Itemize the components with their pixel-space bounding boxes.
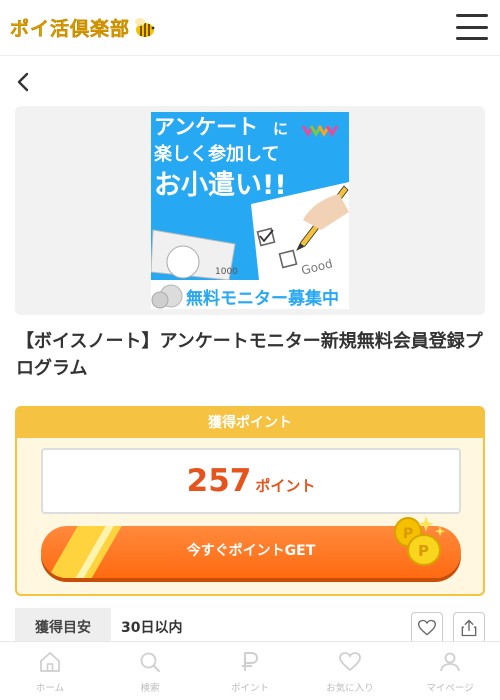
- get-points-label: 今すぐポイントGET: [186, 543, 316, 559]
- nav-search-label: 検索: [140, 683, 160, 694]
- banner-image: アンケート に 楽しく参加して お小遣い!! Good 1000 無料モニター募…: [151, 112, 349, 309]
- menu-bar: [456, 25, 488, 29]
- bottom-nav: ホーム 検索 ポイント お気に入り マイページ: [0, 641, 500, 700]
- banner-line2: 楽しく参加して: [154, 143, 279, 165]
- offer-title: 【ボイスノート】アンケートモニター新規無料会員登録プログラム: [16, 331, 483, 379]
- search-icon: [140, 652, 160, 672]
- nav-mypage-label: マイページ: [426, 683, 474, 694]
- home-icon: [40, 652, 60, 672]
- logo-text: ポイ活倶楽部: [10, 18, 131, 40]
- banner-line1: アンケート: [154, 115, 258, 139]
- offer-banner[interactable]: アンケート に 楽しく参加して お小遣い!! Good 1000 無料モニター募…: [151, 112, 349, 309]
- bill-amount: 1000: [215, 267, 238, 277]
- banner-bottom-text: 無料モニター募集中: [186, 288, 339, 309]
- share-icon: [461, 619, 477, 637]
- points-value: 257: [186, 463, 252, 499]
- nav-point-label: ポイント: [230, 683, 269, 694]
- points-unit: ポイント: [255, 477, 316, 495]
- points-header: 獲得ポイント: [17, 408, 483, 438]
- menu-button[interactable]: [456, 12, 488, 42]
- share-button[interactable]: [453, 612, 485, 644]
- nav-home-label: ホーム: [35, 683, 65, 694]
- nav-home[interactable]: ホーム: [0, 642, 100, 700]
- point-icon: [242, 652, 258, 671]
- banner-line3: お小遣い!!: [154, 170, 287, 201]
- nav-favorites[interactable]: お気に入り: [300, 642, 400, 700]
- user-icon: [440, 652, 460, 672]
- favorite-button[interactable]: [411, 612, 443, 644]
- menu-bar: [456, 37, 488, 40]
- nav-search[interactable]: 検索: [100, 642, 200, 700]
- logo[interactable]: ポイ活倶楽部: [10, 14, 156, 41]
- coins-icon: P P: [394, 516, 446, 566]
- heart-icon: [339, 652, 361, 672]
- nav-point[interactable]: ポイント: [200, 642, 300, 700]
- heart-icon: [417, 619, 437, 636]
- svg-text:P: P: [418, 542, 429, 560]
- banner-line1-suffix: に: [273, 120, 288, 138]
- bee-icon: [135, 17, 155, 37]
- nav-favorites-label: お気に入り: [326, 683, 374, 694]
- points-box: 257 ポイント: [41, 448, 461, 514]
- menu-bar: [456, 14, 488, 17]
- nav-mypage[interactable]: マイページ: [400, 642, 500, 700]
- app-header: ポイ活倶楽部: [0, 0, 500, 56]
- back-chevron-icon[interactable]: [14, 70, 34, 94]
